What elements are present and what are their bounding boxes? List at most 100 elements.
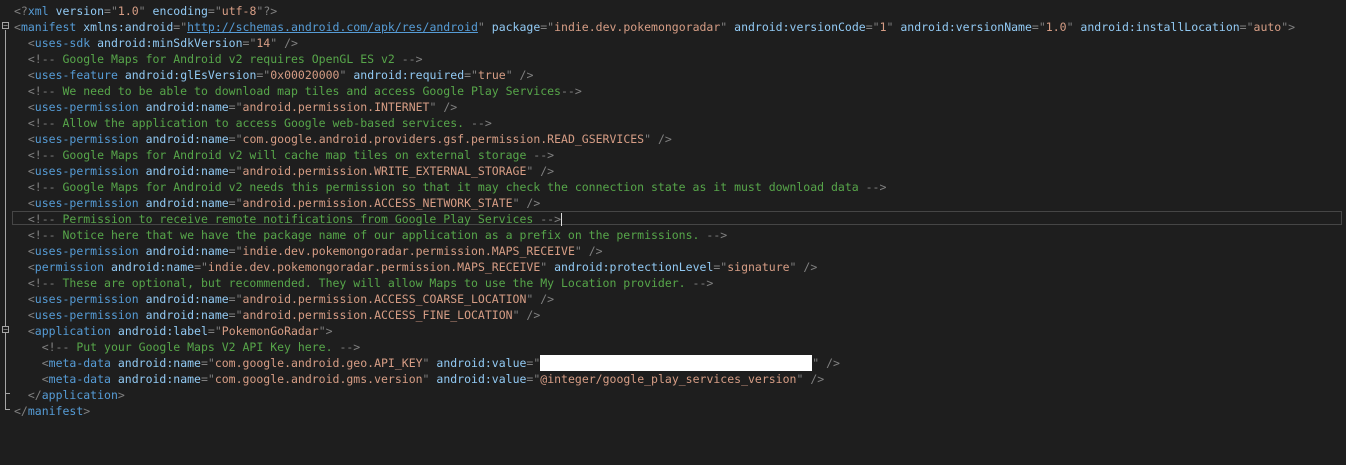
- code-lines[interactable]: <?xml version="1.0" encoding="utf-8"?> <m…: [14, 3, 1295, 419]
- fold-end-application: [5, 393, 10, 394]
- xml-delimiter: <: [41, 372, 49, 386]
- xml-delimiter: <: [27, 68, 35, 82]
- code-line[interactable]: <uses-permission android:name="indie.dev…: [14, 243, 1295, 259]
- code-line[interactable]: <uses-permission android:name="android.p…: [14, 163, 1295, 179]
- code-line[interactable]: <application android:label="PokemonGoRad…: [14, 323, 1295, 339]
- xml-comment-text: Permission to receive remote notificatio…: [55, 212, 541, 226]
- code-line[interactable]: <uses-permission android:name="android.p…: [14, 307, 1295, 323]
- xml-delimiter: =": [228, 292, 243, 306]
- xml-attribute-value: indie.dev.pokemongoradar.permission.MAPS…: [207, 260, 541, 274]
- xml-delimiter: =": [207, 4, 222, 18]
- xml-attribute-name: android:glEsVersion: [117, 68, 257, 82]
- code-line[interactable]: <uses-feature android:glEsVersion="0x000…: [14, 67, 1295, 83]
- code-line[interactable]: <uses-permission android:name="android.p…: [14, 99, 1295, 115]
- code-line[interactable]: <permission android:name="indie.dev.poke…: [14, 259, 1295, 275]
- xml-delimiter: ": [477, 20, 485, 34]
- xml-delimiter: " />: [429, 100, 458, 114]
- xml-attribute-value: @integer/google_play_services_version: [540, 372, 797, 386]
- xml-attribute-value: utf-8: [221, 4, 257, 18]
- xml-attribute-name: android:required: [346, 68, 465, 82]
- code-line[interactable]: <!-- Permission to receive remote notifi…: [14, 211, 1295, 227]
- xml-delimiter: =": [200, 372, 215, 386]
- code-line[interactable]: <!-- Allow the application to access Goo…: [14, 115, 1295, 131]
- xml-attribute-name: android:value: [429, 356, 527, 370]
- xml-delimiter: =": [104, 4, 118, 18]
- code-editor[interactable]: − − <?xml version="1.0" encoding="utf-8"…: [0, 0, 1346, 465]
- xml-delimiter: <: [27, 36, 35, 50]
- xml-namespace-link[interactable]: http://schemas.android.com/apk/res/andro…: [187, 20, 478, 34]
- collapse-application-icon[interactable]: −: [2, 326, 9, 334]
- xml-delimiter: <!--: [27, 180, 56, 194]
- xml-delimiter: =": [200, 356, 215, 370]
- xml-attribute-name: android:name: [138, 100, 229, 114]
- code-line[interactable]: <!-- We need to be able to download map …: [14, 83, 1295, 99]
- code-line[interactable]: <!-- Google Maps for Android v2 needs th…: [14, 179, 1295, 195]
- xml-delimiter: -->: [533, 148, 555, 162]
- fold-end-manifest: [5, 409, 10, 410]
- collapse-manifest-icon[interactable]: −: [2, 22, 9, 30]
- code-line[interactable]: <!-- Google Maps for Android v2 requires…: [14, 51, 1295, 67]
- xml-delimiter: " />: [812, 356, 840, 370]
- xml-delimiter: =": [228, 132, 243, 146]
- xml-comment-text: Allow the application to access Google w…: [55, 116, 471, 130]
- xml-attribute-value: com.google.android.gms.version: [214, 372, 423, 386]
- code-line[interactable]: <!-- Notice here that we have the packag…: [14, 227, 1295, 243]
- xml-delimiter: <?: [14, 4, 28, 18]
- xml-delimiter: =": [207, 324, 222, 338]
- code-line[interactable]: <meta-data android:name="com.google.andr…: [14, 371, 1295, 387]
- xml-delimiter: =": [526, 372, 541, 386]
- code-line[interactable]: <uses-permission android:name="com.googl…: [14, 131, 1295, 147]
- xml-delimiter: =": [256, 68, 271, 82]
- xml-tag-name: uses-permission: [34, 308, 139, 322]
- xml-attribute-value: android.permission.ACCESS_FINE_LOCATION: [242, 308, 513, 322]
- redacted-api-key: [540, 355, 813, 371]
- xml-delimiter: =": [228, 244, 243, 258]
- code-line[interactable]: <!-- Put your Google Maps V2 API Key her…: [14, 339, 1295, 355]
- xml-tag-name: uses-permission: [34, 164, 139, 178]
- code-line[interactable]: </application>: [14, 387, 1295, 403]
- xml-attribute-name: package: [484, 20, 541, 34]
- xml-comment-text: Put your Google Maps V2 API Key here.: [69, 340, 340, 354]
- xml-delimiter: <!--: [27, 228, 56, 242]
- xml-delimiter: <!--: [27, 148, 56, 162]
- code-line[interactable]: <!-- Google Maps for Android v2 will cac…: [14, 147, 1295, 163]
- xml-delimiter: " />: [789, 260, 818, 274]
- xml-delimiter: -->: [560, 84, 582, 98]
- xml-delimiter: -->: [865, 180, 887, 194]
- xml-attribute-value: com.google.android.geo.API_KEY: [214, 356, 423, 370]
- xml-delimiter: =": [228, 100, 243, 114]
- xml-delimiter: " />: [526, 292, 555, 306]
- code-line[interactable]: <manifest xmlns:android="http://schemas.…: [14, 19, 1295, 35]
- fold-guide-manifest: [5, 30, 6, 409]
- xml-delimiter: <: [27, 308, 35, 322]
- code-line[interactable]: <uses-sdk android:minSdkVersion="14" />: [14, 35, 1295, 51]
- code-line[interactable]: </manifest>: [14, 403, 1295, 419]
- xml-comment-text: Google Maps for Android v2 needs this pe…: [55, 180, 866, 194]
- xml-delimiter: </: [14, 404, 28, 418]
- xml-delimiter: " />: [526, 164, 555, 178]
- xml-delimiter: -->: [401, 52, 423, 66]
- xml-attribute-name: android:name: [138, 132, 229, 146]
- code-line[interactable]: <?xml version="1.0" encoding="utf-8"?>: [14, 3, 1295, 19]
- code-line[interactable]: <meta-data android:name="com.google.andr…: [14, 355, 1295, 371]
- xml-tag-name: meta-data: [48, 356, 111, 370]
- xml-delimiter: ": [138, 4, 146, 18]
- code-line[interactable]: <uses-permission android:name="android.p…: [14, 195, 1295, 211]
- xml-attribute-name: android:name: [138, 196, 229, 210]
- code-line[interactable]: <!-- These are optional, but recommended…: [14, 275, 1295, 291]
- xml-attribute-value: signature: [727, 260, 790, 274]
- code-line[interactable]: <uses-permission android:name="android.p…: [14, 291, 1295, 307]
- xml-delimiter: "?>: [256, 4, 278, 18]
- xml-attribute-value: com.google.android.providers.gsf.permiss…: [242, 132, 645, 146]
- xml-tag-name: uses-permission: [34, 132, 139, 146]
